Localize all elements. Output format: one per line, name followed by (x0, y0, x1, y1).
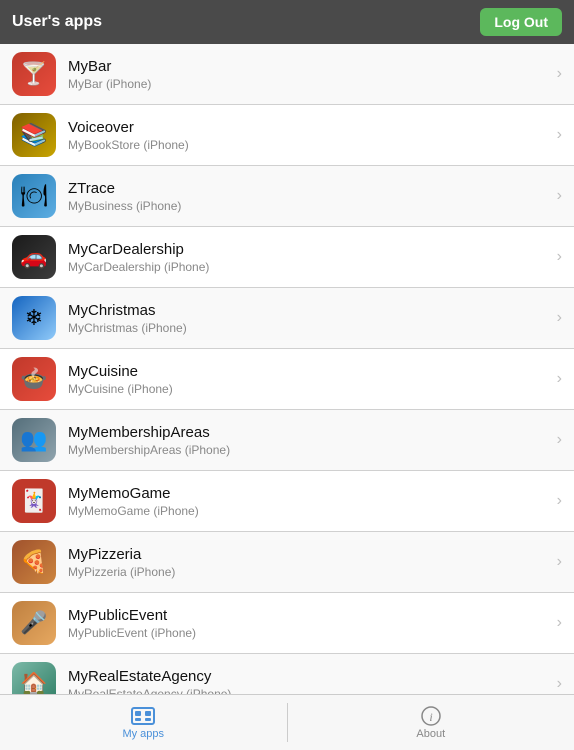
app-subtitle-mycardealership: MyCarDealership (iPhone) (68, 260, 549, 274)
chevron-icon-mychristmas: › (557, 309, 562, 327)
app-info-mypublicevent: MyPublicEvent MyPublicEvent (iPhone) (68, 607, 549, 640)
app-name-mybar: MyBar (68, 58, 549, 75)
app-row-ztrace[interactable]: 🍽 ZTrace MyBusiness (iPhone) › (0, 166, 574, 227)
app-icon-mycuisine: 🍲 (12, 357, 56, 401)
app-subtitle-mypublicevent: MyPublicEvent (iPhone) (68, 626, 549, 640)
app-icon-mybar: 🍸 (12, 52, 56, 96)
chevron-icon-mymemogame: › (557, 492, 562, 510)
app-icon-mymemogame: 🃏 (12, 479, 56, 523)
app-info-mycuisine: MyCuisine MyCuisine (iPhone) (68, 363, 549, 396)
app-subtitle-myrealestate: MyRealEstateAgency (iPhone) (68, 687, 549, 695)
about-icon: i (421, 706, 441, 726)
app-icon-mypizzeria: 🍕 (12, 540, 56, 584)
app-info-myrealestate: MyRealEstateAgency MyRealEstateAgency (iP… (68, 668, 549, 695)
app-info-mymemogame: MyMemoGame MyMemoGame (iPhone) (68, 485, 549, 518)
app-name-ztrace: ZTrace (68, 180, 549, 197)
app-icon-mycardealership: 🚗 (12, 235, 56, 279)
header-title: User's apps (12, 13, 102, 31)
svg-text:i: i (429, 710, 432, 724)
app-name-mycuisine: MyCuisine (68, 363, 549, 380)
app-row-mypublicevent[interactable]: 🎤 MyPublicEvent MyPublicEvent (iPhone) › (0, 593, 574, 654)
myapps-icon (131, 706, 155, 726)
app-subtitle-mybar: MyBar (iPhone) (68, 77, 549, 91)
header: User's apps Log Out (0, 0, 574, 44)
app-row-myrealestate[interactable]: 🏠 MyRealEstateAgency MyRealEstateAgency (i… (0, 654, 574, 694)
app-info-mychristmas: MyChristmas MyChristmas (iPhone) (68, 302, 549, 335)
app-row-mymembership[interactable]: 👥 MyMembershipAreas MyMembershipAreas (iPh… (0, 410, 574, 471)
tab-about[interactable]: i About (288, 695, 574, 750)
app-name-mycardealership: MyCarDealership (68, 241, 549, 258)
app-info-mypizzeria: MyPizzeria MyPizzeria (iPhone) (68, 546, 549, 579)
app-icon-myrealestate: 🏠 (12, 662, 56, 694)
app-subtitle-mychristmas: MyChristmas (iPhone) (68, 321, 549, 335)
app-row-mychristmas[interactable]: ❄ MyChristmas MyChristmas (iPhone) › (0, 288, 574, 349)
chevron-icon-myrealestate: › (557, 675, 562, 693)
chevron-icon-mymembership: › (557, 431, 562, 449)
chevron-icon-mycuisine: › (557, 370, 562, 388)
app-subtitle-mymembership: MyMembershipAreas (iPhone) (68, 443, 549, 457)
app-subtitle-mycuisine: MyCuisine (iPhone) (68, 382, 549, 396)
app-name-mymembership: MyMembershipAreas (68, 424, 549, 441)
tab-myapps[interactable]: My apps (0, 695, 287, 750)
app-row-mycardealership[interactable]: 🚗 MyCarDealership MyCarDealership (iPhone)… (0, 227, 574, 288)
app-name-myrealestate: MyRealEstateAgency (68, 668, 549, 685)
tab-myapps-label: My apps (122, 728, 164, 740)
chevron-icon-mybar: › (557, 65, 562, 83)
app-icon-ztrace: 🍽 (12, 174, 56, 218)
app-info-mybar: MyBar MyBar (iPhone) (68, 58, 549, 91)
app-name-voiceover: Voiceover (68, 119, 549, 136)
app-icon-mypublicevent: 🎤 (12, 601, 56, 645)
app-row-mymemogame[interactable]: 🃏 MyMemoGame MyMemoGame (iPhone) › (0, 471, 574, 532)
app-info-ztrace: ZTrace MyBusiness (iPhone) (68, 180, 549, 213)
app-list: 🍸 MyBar MyBar (iPhone) › 📚 Voiceover MyBookSto… (0, 44, 574, 694)
app-icon-mymembership: 👥 (12, 418, 56, 462)
chevron-icon-voiceover: › (557, 126, 562, 144)
logout-button[interactable]: Log Out (480, 8, 562, 36)
app-icon-mychristmas: ❄ (12, 296, 56, 340)
app-subtitle-ztrace: MyBusiness (iPhone) (68, 199, 549, 213)
app-row-mycuisine[interactable]: 🍲 MyCuisine MyCuisine (iPhone) › (0, 349, 574, 410)
app-info-voiceover: Voiceover MyBookStore (iPhone) (68, 119, 549, 152)
chevron-icon-mycardealership: › (557, 248, 562, 266)
app-name-mypizzeria: MyPizzeria (68, 546, 549, 563)
app-info-mymembership: MyMembershipAreas MyMembershipAreas (iPho… (68, 424, 549, 457)
app-subtitle-voiceover: MyBookStore (iPhone) (68, 138, 549, 152)
chevron-icon-mypizzeria: › (557, 553, 562, 571)
app-row-voiceover[interactable]: 📚 Voiceover MyBookStore (iPhone) › (0, 105, 574, 166)
chevron-icon-mypublicevent: › (557, 614, 562, 632)
app-subtitle-mymemogame: MyMemoGame (iPhone) (68, 504, 549, 518)
app-row-mypizzeria[interactable]: 🍕 MyPizzeria MyPizzeria (iPhone) › (0, 532, 574, 593)
app-subtitle-mypizzeria: MyPizzeria (iPhone) (68, 565, 549, 579)
app-icon-voiceover: 📚 (12, 113, 56, 157)
app-info-mycardealership: MyCarDealership MyCarDealership (iPhone) (68, 241, 549, 274)
app-name-mypublicevent: MyPublicEvent (68, 607, 549, 624)
app-name-mychristmas: MyChristmas (68, 302, 549, 319)
tab-bar: My apps i About (0, 694, 574, 750)
tab-about-label: About (416, 728, 445, 740)
app-name-mymemogame: MyMemoGame (68, 485, 549, 502)
app-row-mybar[interactable]: 🍸 MyBar MyBar (iPhone) › (0, 44, 574, 105)
chevron-icon-ztrace: › (557, 187, 562, 205)
